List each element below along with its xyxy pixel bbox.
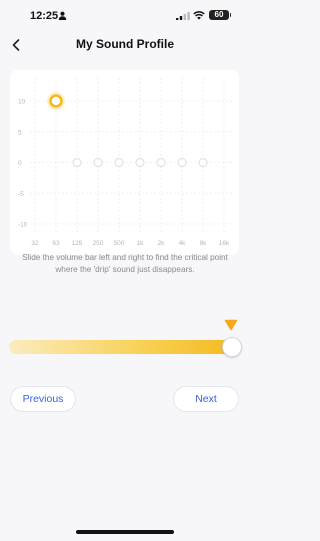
x-tick-label: 250 (93, 240, 104, 247)
person-icon (58, 11, 67, 20)
y-tick-label: 5 (18, 129, 22, 136)
y-tick-label: -10 (18, 222, 28, 229)
inactive-point (114, 157, 124, 168)
inactive-point (135, 157, 145, 168)
y-tick-label: 0 (18, 160, 22, 167)
inactive-point (198, 157, 208, 168)
inactive-point (93, 157, 103, 168)
hearing-chart: 10 5 0 -5 -10 32 63 125 250 500 1k 2k 4k 8k 16k (10, 70, 239, 255)
x-tick-label: 125 (72, 240, 83, 247)
x-tick-label: 2k (158, 240, 166, 247)
x-tick-label: 16k (219, 240, 230, 247)
x-tick-label: 32 (31, 240, 39, 247)
home-indicator (76, 530, 174, 534)
x-tick-label: 63 (52, 240, 60, 247)
inactive-point (177, 157, 187, 168)
inactive-point (72, 157, 82, 168)
inactive-point (156, 157, 166, 168)
status-time: 12:25 (30, 10, 59, 22)
previous-button[interactable]: Previous (10, 386, 76, 412)
wifi-icon (193, 11, 205, 20)
next-button[interactable]: Next (173, 386, 239, 412)
instruction-text: Slide the volume bar left and right to f… (22, 253, 228, 274)
x-tick-label: 500 (114, 240, 125, 247)
volume-slider-track[interactable] (9, 340, 239, 354)
x-tick-label: 1k (137, 240, 145, 247)
page-title: My Sound Profile (75, 37, 174, 51)
battery-indicator: 60 (209, 10, 231, 20)
signal-icon (176, 12, 190, 20)
y-tick-label: 10 (18, 99, 26, 106)
x-tick-label: 4k (179, 240, 187, 247)
status-bar: 12:25 60 (0, 0, 250, 30)
volume-slider-thumb[interactable] (222, 337, 242, 357)
slider-marker-icon (224, 319, 238, 331)
x-tick-label: 8k (200, 240, 208, 247)
hearing-chart-svg: 10 5 0 -5 -10 32 63 125 250 500 1k 2k 4k 8k 16k (18, 78, 234, 247)
active-point (49, 94, 63, 108)
y-tick-label: -5 (18, 191, 24, 198)
